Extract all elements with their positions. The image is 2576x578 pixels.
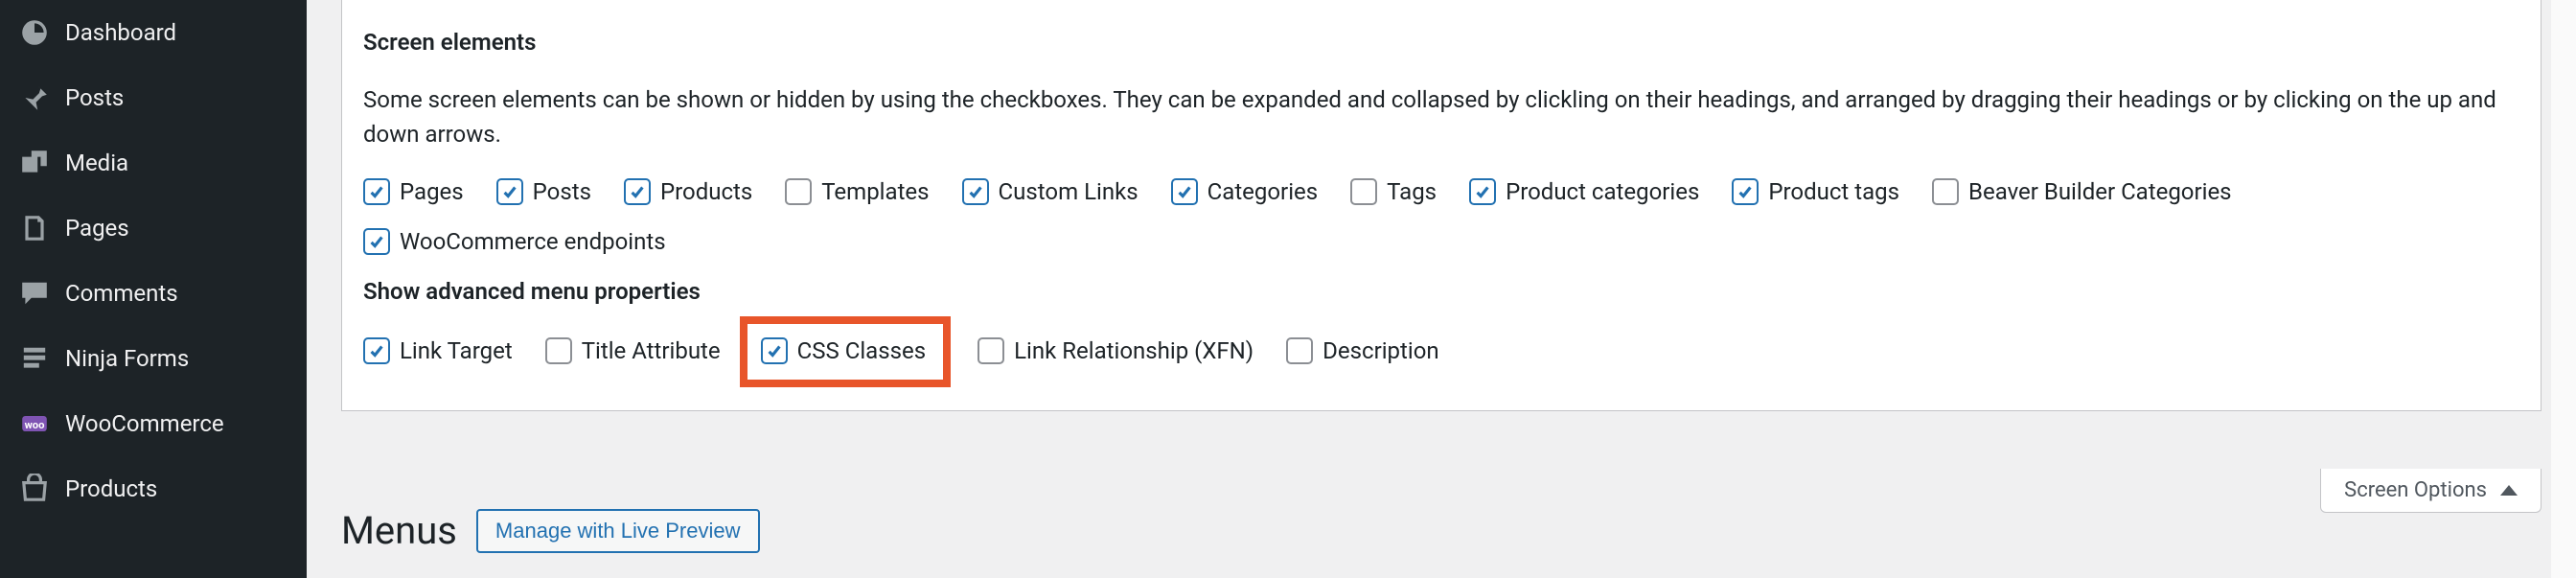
sidebar-item-label: Products	[65, 475, 157, 502]
checkbox-icon	[761, 337, 788, 364]
checkbox-icon	[624, 178, 651, 205]
checkbox-categories[interactable]: Categories	[1171, 178, 1319, 205]
sidebar-item-label: Media	[65, 150, 128, 176]
checkbox-product-tags[interactable]: Product tags	[1732, 178, 1899, 205]
screen-options-panel: Screen elements Some screen elements can…	[341, 0, 2542, 411]
checkbox-label: Tags	[1387, 178, 1437, 205]
checkbox-link-relationship[interactable]: Link Relationship (XFN)	[978, 337, 1254, 364]
checkbox-label: Pages	[400, 178, 464, 205]
checkbox-title-attribute[interactable]: Title Attribute	[545, 337, 721, 364]
checkbox-icon	[785, 178, 812, 205]
checkbox-label: Product categories	[1506, 178, 1699, 205]
checkbox-label: CSS Classes	[797, 337, 926, 364]
sidebar-item-products[interactable]: Products	[0, 456, 307, 521]
panel-description: Some screen elements can be shown or hid…	[363, 82, 2519, 151]
checkbox-label: Description	[1322, 337, 1439, 364]
sidebar-item-woocommerce[interactable]: woo WooCommerce	[0, 391, 307, 456]
checkbox-label: Product tags	[1768, 178, 1899, 205]
checkbox-css-classes[interactable]: CSS Classes	[761, 337, 926, 364]
checkbox-pages[interactable]: Pages	[363, 178, 464, 205]
sidebar-item-label: WooCommerce	[65, 410, 224, 437]
content-area: Screen elements Some screen elements can…	[307, 0, 2576, 578]
advanced-properties-row: Link Target Title Attribute CSS Classes …	[363, 330, 2519, 372]
checkbox-label: WooCommerce endpoints	[400, 228, 666, 255]
checkbox-icon	[496, 178, 523, 205]
checkbox-products[interactable]: Products	[624, 178, 752, 205]
checkbox-label: Title Attribute	[582, 337, 721, 364]
form-icon	[17, 341, 52, 376]
checkbox-templates[interactable]: Templates	[785, 178, 929, 205]
sidebar-item-pages[interactable]: Pages	[0, 196, 307, 261]
screen-elements-row-1: Pages Posts Products Templates Custom Li…	[363, 178, 2519, 205]
checkbox-label: Posts	[533, 178, 591, 205]
checkbox-custom-links[interactable]: Custom Links	[962, 178, 1138, 205]
checkbox-icon	[1469, 178, 1496, 205]
admin-sidebar: Dashboard Posts Media Pages Comments Nin…	[0, 0, 307, 578]
sidebar-item-label: Pages	[65, 215, 129, 242]
checkbox-product-categories[interactable]: Product categories	[1469, 178, 1699, 205]
checkbox-icon	[363, 337, 390, 364]
sidebar-item-dashboard[interactable]: Dashboard	[0, 0, 307, 65]
screen-options-label: Screen Options	[2344, 478, 2487, 502]
checkbox-beaver-builder-categories[interactable]: Beaver Builder Categories	[1932, 178, 2232, 205]
woocommerce-icon: woo	[17, 406, 52, 441]
live-preview-button[interactable]: Manage with Live Preview	[476, 509, 760, 553]
sidebar-item-posts[interactable]: Posts	[0, 65, 307, 130]
page-title-row: Menus Manage with Live Preview	[341, 508, 760, 553]
checkbox-label: Link Relationship (XFN)	[1014, 337, 1254, 364]
sidebar-item-media[interactable]: Media	[0, 130, 307, 196]
checkbox-icon	[1350, 178, 1377, 205]
sidebar-item-comments[interactable]: Comments	[0, 261, 307, 326]
pages-icon	[17, 211, 52, 245]
checkbox-icon	[545, 337, 572, 364]
page-title: Menus	[341, 508, 457, 553]
advanced-properties-title: Show advanced menu properties	[363, 278, 2519, 305]
checkbox-woocommerce-endpoints[interactable]: WooCommerce endpoints	[363, 228, 666, 255]
sidebar-item-label: Comments	[65, 280, 178, 307]
checkbox-link-target[interactable]: Link Target	[363, 337, 513, 364]
checkbox-icon	[1732, 178, 1759, 205]
products-icon	[17, 472, 52, 506]
checkbox-label: Beaver Builder Categories	[1968, 178, 2232, 205]
scrollbar-track[interactable]	[2551, 0, 2576, 578]
checkbox-icon	[978, 337, 1004, 364]
checkbox-tags[interactable]: Tags	[1350, 178, 1437, 205]
sidebar-item-label: Posts	[65, 84, 124, 111]
panel-section-title: Screen elements	[363, 29, 2519, 56]
checkbox-icon	[1171, 178, 1198, 205]
screen-options-toggle[interactable]: Screen Options	[2320, 469, 2542, 513]
checkbox-icon	[363, 178, 390, 205]
checkbox-icon	[962, 178, 989, 205]
checkbox-label: Link Target	[400, 337, 513, 364]
screen-elements-row-2: WooCommerce endpoints	[363, 228, 2519, 255]
checkbox-description[interactable]: Description	[1286, 337, 1439, 364]
checkbox-posts[interactable]: Posts	[496, 178, 591, 205]
checkbox-label: Templates	[821, 178, 929, 205]
checkbox-icon	[1932, 178, 1959, 205]
sidebar-item-ninja-forms[interactable]: Ninja Forms	[0, 326, 307, 391]
checkbox-icon	[363, 228, 390, 255]
checkbox-icon	[1286, 337, 1313, 364]
checkbox-label: Categories	[1208, 178, 1319, 205]
checkbox-label: Custom Links	[999, 178, 1138, 205]
dashboard-icon	[17, 15, 52, 50]
svg-text:woo: woo	[25, 419, 45, 431]
highlight-css-classes: CSS Classes	[740, 316, 951, 387]
checkbox-label: Products	[660, 178, 752, 205]
chevron-up-icon	[2500, 485, 2518, 496]
comments-icon	[17, 276, 52, 311]
media-icon	[17, 146, 52, 180]
sidebar-item-label: Dashboard	[65, 19, 176, 46]
pin-icon	[17, 81, 52, 115]
sidebar-item-label: Ninja Forms	[65, 345, 189, 372]
